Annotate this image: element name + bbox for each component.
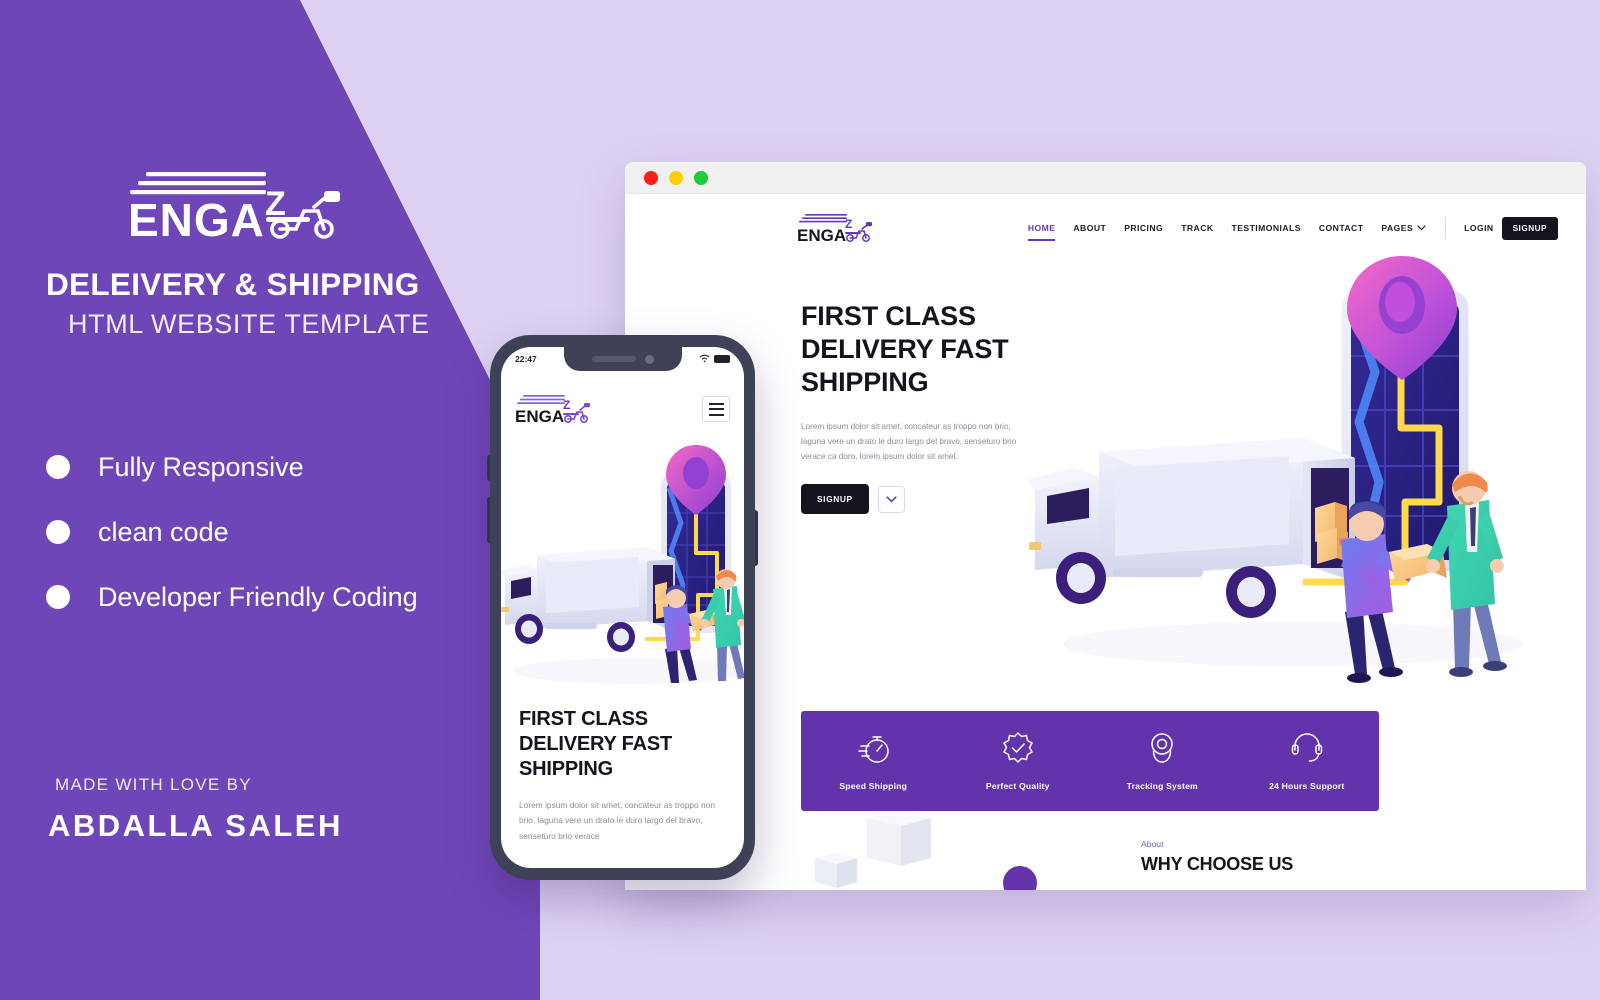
nav-item-home[interactable]: HOME [1019, 223, 1065, 241]
site-logo[interactable]: ENGA Z [797, 211, 875, 245]
phone-hero-copy: FIRST CLASS DELIVERY FAST SHIPPING Lorem… [519, 707, 728, 844]
promo-logo: ENGA Z [128, 163, 353, 243]
credit-label: MADE WITH LOVE BY [55, 775, 252, 794]
minimize-window-icon[interactable] [669, 170, 683, 185]
list-item: Fully Responsive [46, 448, 516, 487]
hero-actions: SIGNUP [801, 484, 1031, 515]
promo-feature-list: Fully Responsive clean code Developer Fr… [46, 448, 516, 643]
svg-text:Z: Z [845, 217, 852, 231]
badge-check-icon [1001, 731, 1035, 770]
phone-logo[interactable]: ENGA Z [515, 392, 593, 426]
feature-item-tracking-system[interactable]: Tracking System [1090, 731, 1235, 791]
about-teaser: About WHY CHOOSE US [1141, 839, 1293, 875]
list-item-label: Developer Friendly Coding [98, 582, 418, 613]
phone-hero-illustration [501, 443, 744, 693]
list-item: Developer Friendly Coding [46, 578, 516, 617]
nav-item-testimonials[interactable]: TESTIMONIALS [1223, 223, 1310, 233]
close-window-icon[interactable] [644, 170, 658, 185]
wifi-icon [699, 350, 710, 368]
bullet-dot-icon [46, 455, 70, 479]
nav-item-pricing[interactable]: PRICING [1115, 223, 1172, 233]
phone-mockup: 22:47 ENGA Z FIRST CLASS DELIVERY FAST S… [487, 335, 758, 880]
background-right-edge [1586, 0, 1600, 1000]
battery-icon [714, 355, 730, 363]
login-link[interactable]: LOGIN [1456, 223, 1501, 233]
chevron-down-icon [886, 490, 897, 508]
feature-item-label: 24 Hours Support [1269, 781, 1345, 791]
phone-hero-paragraph: Lorem ipsum dolor sit amet, concateur as… [519, 799, 715, 841]
hero-signup-button[interactable]: SIGNUP [801, 484, 869, 515]
feature-item-perfect-quality[interactable]: Perfect Quality [946, 731, 1091, 791]
hero-paragraph: Lorem ipsum dolor sit amet, concateur as… [801, 421, 1017, 462]
feature-item-24-hours-support[interactable]: 24 Hours Support [1235, 731, 1380, 791]
phone-app-header: ENGA Z [501, 385, 744, 433]
signup-button[interactable]: SIGNUP [1501, 216, 1558, 240]
nav-item-pages[interactable]: PAGES [1372, 223, 1435, 233]
about-section-title: WHY CHOOSE US [1141, 854, 1294, 874]
feature-item-label: Speed Shipping [839, 781, 908, 791]
hero-section: FIRST CLASS DELIVERY FAST SHIPPING Lorem… [625, 256, 1586, 692]
map-pin-icon [1145, 731, 1179, 770]
phone-front-camera [644, 354, 654, 364]
hero-heading: FIRST CLASS DELIVERY FAST SHIPPING [801, 301, 1009, 397]
browser-titlebar [625, 162, 1586, 194]
about-kicker: About [1141, 839, 1164, 849]
stopwatch-icon [856, 731, 890, 770]
website-viewport: ENGA Z HOME ABOUT PRICING TRACK TESTIMON… [625, 194, 1586, 890]
nav-divider [1445, 217, 1447, 239]
phone-volume-down-button[interactable] [487, 497, 490, 543]
feature-item-label: Perfect Quality [985, 781, 1050, 791]
feature-item-label: Tracking System [1126, 781, 1198, 791]
promo-title: DELEIVERY & SHIPPING [46, 266, 420, 302]
about-parcel-decoration [815, 810, 995, 890]
browser-window-mockup: ENGA Z HOME ABOUT PRICING TRACK TESTIMON… [625, 162, 1586, 890]
svg-text:ENGA: ENGA [515, 407, 564, 426]
nav-item-contact[interactable]: CONTACT [1310, 223, 1373, 233]
phone-speaker [591, 356, 636, 362]
phone-power-button[interactable] [755, 510, 758, 566]
credit-author-name: ABDALLA SALEH [48, 808, 343, 843]
list-item-label: clean code [98, 517, 229, 548]
hamburger-menu-icon[interactable] [702, 396, 730, 422]
promo-subtitle: HTML WEBSITE TEMPLATE [68, 309, 430, 339]
nav-item-track[interactable]: TRACK [1172, 223, 1222, 233]
list-item-label: Fully Responsive [98, 452, 304, 482]
svg-text:ENGA: ENGA [797, 226, 846, 245]
promo-panel: ENGA Z DELEIVERY & SHIPPING HTML WEBSITE… [0, 0, 540, 1000]
nav-item-about[interactable]: ABOUT [1064, 223, 1115, 233]
svg-text:Z: Z [563, 398, 570, 412]
list-item: clean code [46, 513, 516, 552]
hero-illustration [1003, 252, 1583, 692]
maximize-window-icon[interactable] [694, 170, 708, 185]
about-circle-decoration [1003, 866, 1037, 890]
phone-clock: 22:47 [515, 354, 537, 364]
bullet-dot-icon [46, 520, 70, 545]
bullet-dot-icon [46, 585, 70, 610]
hero-more-button[interactable] [877, 485, 905, 513]
svg-text:ENGA: ENGA [128, 194, 265, 243]
feature-strip: Speed Shipping Perfect Quality Tracking … [801, 711, 1379, 811]
phone-hero-heading: FIRST CLASS DELIVERY FAST SHIPPING [519, 708, 672, 781]
chevron-down-icon [1417, 223, 1426, 233]
phone-status-icons [699, 350, 730, 368]
headset-icon [1290, 731, 1324, 770]
nav-item-pages-label: PAGES [1381, 223, 1414, 233]
site-nav-links: HOME ABOUT PRICING TRACK TESTIMONIALS CO… [1019, 216, 1558, 241]
phone-notch [563, 347, 682, 371]
phone-volume-up-button[interactable] [487, 455, 490, 481]
phone-screen: 22:47 ENGA Z FIRST CLASS DELIVERY FAST S… [501, 347, 744, 868]
hero-copy: FIRST CLASS DELIVERY FAST SHIPPING Lorem… [801, 300, 1031, 515]
feature-item-speed-shipping[interactable]: Speed Shipping [801, 731, 946, 791]
